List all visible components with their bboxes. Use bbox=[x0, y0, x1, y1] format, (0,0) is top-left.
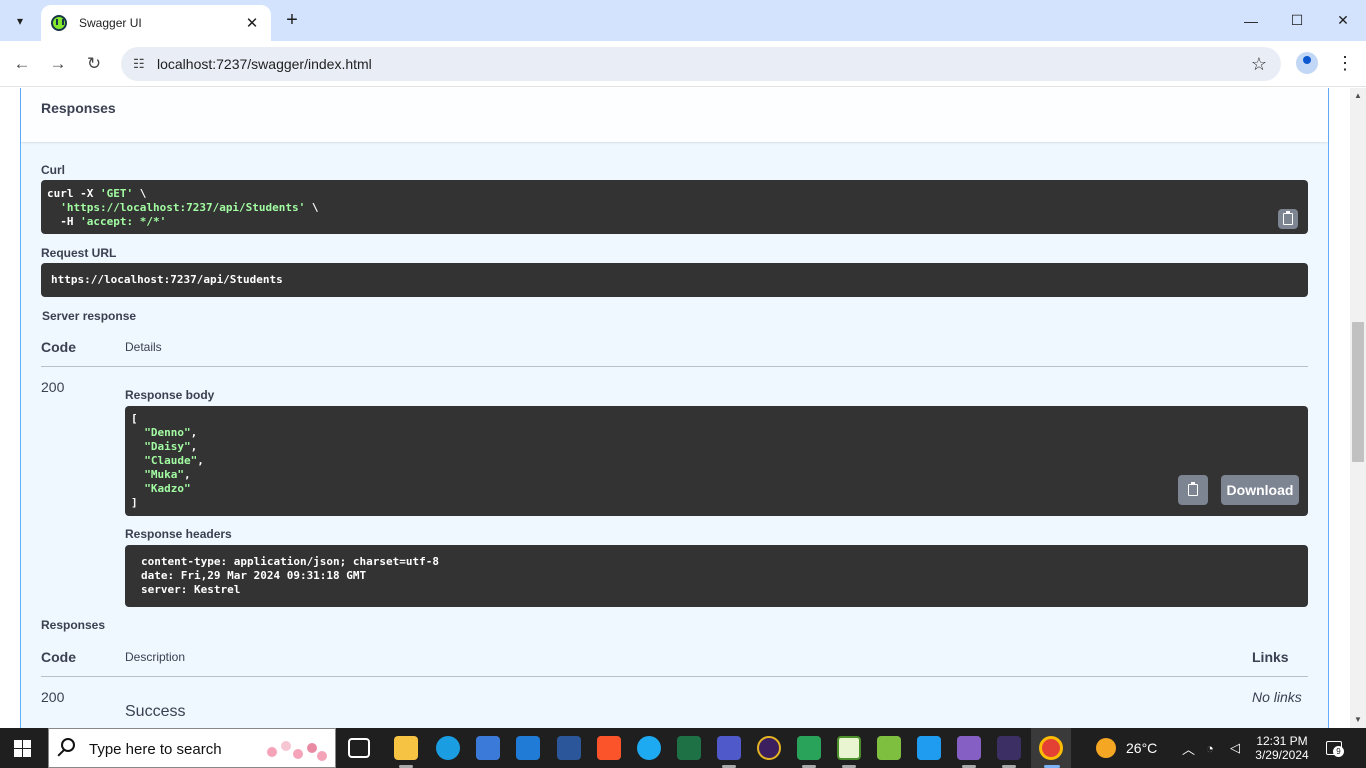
details-column-header: Details bbox=[125, 340, 162, 354]
doc-links-header: Links bbox=[1252, 649, 1289, 665]
curl-code-block: curl -X 'GET' \ 'https://localhost:7237/… bbox=[41, 180, 1308, 234]
response-headers-label: Response headers bbox=[125, 527, 232, 541]
page-scrollbar[interactable]: ▲ ▼ bbox=[1350, 88, 1366, 728]
vscode-icon[interactable] bbox=[917, 736, 941, 760]
search-icon bbox=[61, 738, 75, 752]
copy-response-button[interactable] bbox=[1178, 475, 1208, 505]
visual-studio-icon[interactable] bbox=[957, 736, 981, 760]
doc-table-divider bbox=[41, 676, 1308, 677]
notification-count: 9 bbox=[1333, 746, 1344, 757]
word-icon[interactable] bbox=[557, 736, 581, 760]
browser-tab[interactable]: Swagger UI ✕ bbox=[41, 5, 271, 41]
bookmark-star-icon[interactable]: ☆ bbox=[1251, 54, 1267, 75]
tab-search-chevron-icon[interactable]: ▾ bbox=[6, 7, 34, 35]
response-body-block: [ "Denno", "Daisy", "Claude", "Muka", "K… bbox=[125, 406, 1308, 516]
tab-strip: ▾ Swagger UI ✕ + — ☐ ✕ bbox=[0, 0, 1366, 41]
response-status-code: 200 bbox=[41, 379, 65, 395]
edge-icon[interactable] bbox=[436, 736, 460, 760]
excel-icon[interactable] bbox=[677, 736, 701, 760]
bluestacks-icon[interactable] bbox=[797, 736, 821, 760]
maximize-icon[interactable]: ☐ bbox=[1274, 0, 1320, 41]
response-body-label: Response body bbox=[125, 388, 215, 402]
code-column-header: Code bbox=[41, 339, 76, 355]
teams-icon[interactable] bbox=[717, 736, 741, 760]
reload-icon[interactable]: ↻ bbox=[80, 50, 108, 78]
site-settings-icon[interactable]: ☷ bbox=[133, 56, 149, 72]
terminal-icon[interactable] bbox=[997, 736, 1021, 760]
download-button[interactable]: Download bbox=[1221, 475, 1299, 505]
minimize-icon[interactable]: — bbox=[1228, 0, 1274, 41]
taskbar-search-box[interactable]: Type here to search bbox=[48, 728, 336, 768]
doc-links-value: No links bbox=[1252, 689, 1302, 705]
table-divider bbox=[41, 366, 1308, 367]
doc-status-code: 200 bbox=[41, 689, 65, 705]
clock-time: 12:31 PM bbox=[1256, 734, 1308, 748]
swagger-page: Responses Curl curl -X 'GET' \ 'https://… bbox=[0, 88, 1350, 728]
brave-icon[interactable] bbox=[597, 736, 621, 760]
back-arrow-icon[interactable]: ← bbox=[8, 50, 36, 78]
clock[interactable]: 12:31 PM 3/29/2024 bbox=[1252, 728, 1312, 768]
taskbar-search-placeholder: Type here to search bbox=[89, 741, 222, 758]
operation-block: Responses Curl curl -X 'GET' \ 'https://… bbox=[20, 88, 1329, 728]
tab-close-icon[interactable]: ✕ bbox=[243, 14, 261, 32]
new-tab-plus-icon[interactable]: + bbox=[280, 8, 304, 32]
mail-icon[interactable] bbox=[516, 736, 540, 760]
address-bar[interactable]: ☷ localhost:7237/swagger/index.html ☆ bbox=[121, 47, 1281, 81]
close-window-icon[interactable]: ✕ bbox=[1320, 0, 1366, 41]
request-url-block: https://localhost:7237/api/Students bbox=[41, 263, 1308, 297]
scroll-up-arrow-icon[interactable]: ▲ bbox=[1350, 88, 1366, 104]
scroll-thumb[interactable] bbox=[1352, 322, 1364, 462]
task-view-icon[interactable] bbox=[348, 738, 370, 758]
responses-header: Responses bbox=[21, 88, 1328, 142]
weather-widget[interactable]: 26°C bbox=[1096, 728, 1157, 768]
browser-toolbar: ← → ↻ ☷ localhost:7237/swagger/index.htm… bbox=[0, 41, 1366, 87]
responses-title: Responses bbox=[41, 100, 116, 116]
scroll-down-arrow-icon[interactable]: ▼ bbox=[1350, 712, 1366, 728]
clipboard-icon bbox=[1188, 482, 1198, 496]
doc-description-header: Description bbox=[125, 650, 186, 664]
server-response-label: Server response bbox=[42, 309, 137, 323]
sheets-app-icon[interactable] bbox=[837, 736, 861, 760]
chrome-icon[interactable] bbox=[1039, 736, 1063, 760]
url-text[interactable]: localhost:7237/swagger/index.html bbox=[157, 56, 372, 72]
cherry-blossom-icon bbox=[263, 735, 329, 763]
browser-menu-icon[interactable]: ⋮ bbox=[1336, 54, 1354, 72]
doc-code-header: Code bbox=[41, 649, 76, 665]
volume-icon[interactable]: ◁ bbox=[1230, 728, 1240, 768]
tab-title: Swagger UI bbox=[79, 16, 142, 30]
notifications-icon[interactable]: 9 bbox=[1326, 728, 1344, 768]
show-hidden-icons-chevron-icon[interactable]: ︿ bbox=[1182, 728, 1195, 768]
request-url-label: Request URL bbox=[41, 246, 117, 260]
store-icon[interactable] bbox=[476, 736, 500, 760]
forward-arrow-icon[interactable]: → bbox=[44, 50, 72, 78]
response-headers-block: content-type: application/json; charset=… bbox=[125, 545, 1308, 607]
clock-date: 3/29/2024 bbox=[1255, 748, 1309, 762]
weather-temp: 26°C bbox=[1126, 740, 1158, 756]
git-extensions-icon[interactable] bbox=[877, 736, 901, 760]
documented-responses-label: Responses bbox=[41, 618, 106, 632]
swagger-favicon-icon bbox=[51, 15, 67, 31]
wifi-icon[interactable]: ◔ bbox=[1206, 728, 1214, 768]
pi-network-icon[interactable] bbox=[757, 736, 781, 760]
windows-start-icon[interactable] bbox=[14, 740, 31, 757]
skype-icon[interactable] bbox=[637, 736, 661, 760]
doc-description-value: Success bbox=[125, 703, 186, 720]
windows-taskbar: Type here to search 26°C ︿ ◔ ◁ 12:31 PM … bbox=[0, 728, 1366, 768]
file-explorer-icon[interactable] bbox=[394, 736, 418, 760]
curl-label: Curl bbox=[41, 163, 65, 177]
clipboard-icon bbox=[1283, 211, 1293, 225]
weather-sun-icon bbox=[1096, 738, 1116, 758]
profile-avatar-icon[interactable] bbox=[1296, 52, 1318, 74]
copy-curl-button[interactable] bbox=[1278, 209, 1298, 229]
